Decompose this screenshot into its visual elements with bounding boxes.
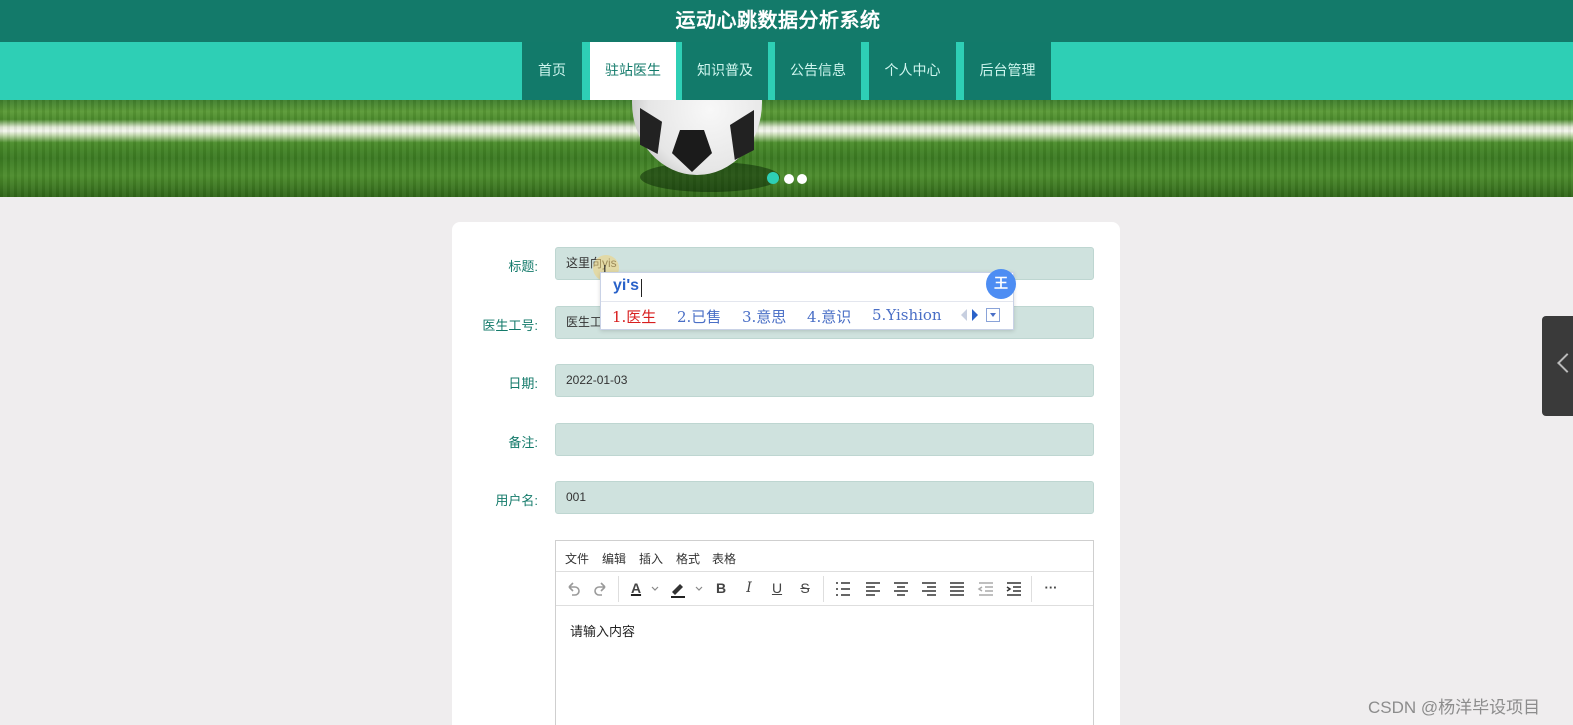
rich-text-editor: 文件 编辑 插入 格式 表格 A B I U S ··· 请输入内容 — [555, 540, 1094, 725]
ime-candidate[interactable]: 3.意思 — [742, 306, 786, 327]
editor-menubar: 文件 编辑 插入 格式 表格 — [556, 541, 1093, 572]
chevron-left-icon — [1557, 353, 1573, 373]
nav-item-announcements[interactable]: 公告信息 — [775, 42, 861, 100]
list-icon[interactable] — [834, 580, 852, 598]
italic-icon[interactable]: I — [740, 580, 758, 598]
title-label: 标题: — [508, 259, 538, 274]
nav-item-doctors[interactable]: 驻站医生 — [590, 42, 676, 100]
underline-icon[interactable]: U — [768, 580, 786, 598]
indent-icon[interactable] — [1005, 580, 1023, 598]
ime-next-page-icon[interactable] — [972, 309, 978, 321]
undo-icon[interactable] — [564, 580, 582, 598]
outdent-icon[interactable] — [977, 580, 995, 598]
nav-item-knowledge[interactable]: 知识普及 — [682, 42, 768, 100]
redo-icon[interactable] — [592, 580, 610, 598]
remark-label: 备注: — [508, 435, 538, 450]
menu-format[interactable]: 格式 — [676, 550, 700, 567]
toolbar-separator — [618, 576, 619, 602]
ime-logo-icon: 王 — [986, 269, 1016, 299]
toolbar-separator — [1031, 576, 1032, 602]
carousel-dot-2[interactable] — [784, 174, 794, 184]
bold-icon[interactable]: B — [712, 580, 730, 598]
doctor-id-label: 医生工号: — [482, 318, 538, 333]
text-color-icon[interactable]: A — [626, 580, 646, 598]
carousel-dot-1[interactable] — [767, 172, 779, 184]
chevron-down-icon[interactable] — [650, 580, 660, 598]
remark-input[interactable] — [555, 423, 1094, 456]
main-nav: 首页 驻站医生 知识普及 公告信息 个人中心 后台管理 — [0, 42, 1573, 100]
site-title: 运动心跳数据分析系统 — [675, 10, 881, 32]
ime-candidate[interactable]: 1.医生 — [612, 306, 656, 327]
carousel-dot-3[interactable] — [797, 174, 807, 184]
chevron-down-icon[interactable] — [694, 580, 704, 598]
ime-prev-page-icon[interactable] — [961, 309, 967, 321]
ime-expand-icon[interactable] — [986, 308, 1000, 322]
menu-file[interactable]: 文件 — [565, 550, 589, 567]
side-panel-toggle[interactable] — [1542, 316, 1573, 416]
nav-item-profile[interactable]: 个人中心 — [869, 42, 956, 100]
align-justify-icon[interactable] — [948, 580, 966, 598]
ime-divider — [601, 301, 1013, 302]
nav-item-home[interactable]: 首页 — [522, 42, 582, 100]
menu-edit[interactable]: 编辑 — [602, 550, 626, 567]
nav-item-admin[interactable]: 后台管理 — [964, 42, 1051, 100]
menu-table[interactable]: 表格 — [712, 550, 736, 567]
editor-content[interactable]: 请输入内容 — [570, 621, 635, 640]
editor-toolbar: A B I U S ··· — [556, 572, 1093, 606]
ime-candidate-window: yi's 1.医生 2.已售 3.意思 4.意识 5.Yishion 王 — [600, 269, 1016, 330]
date-input[interactable]: 2022-01-03 — [555, 364, 1094, 397]
ime-candidate[interactable]: 2.已售 — [677, 306, 721, 327]
menu-insert[interactable]: 插入 — [639, 550, 663, 567]
date-label: 日期: — [508, 376, 538, 391]
align-center-icon[interactable] — [892, 580, 910, 598]
username-label: 用户名: — [495, 493, 538, 508]
top-bar: 运动心跳数据分析系统 — [0, 0, 1573, 42]
ime-composition-text: yi's — [613, 277, 640, 294]
more-icon[interactable]: ··· — [1040, 580, 1062, 598]
username-input[interactable]: 001 — [555, 481, 1094, 514]
align-left-icon[interactable] — [864, 580, 882, 598]
ime-candidate[interactable]: 4.意识 — [807, 306, 851, 327]
toolbar-separator — [823, 576, 824, 602]
ime-caret — [641, 279, 642, 297]
strikethrough-icon[interactable]: S — [796, 580, 814, 598]
ime-candidate[interactable]: 5.Yishion — [872, 306, 942, 324]
align-right-icon[interactable] — [920, 580, 938, 598]
watermark: CSDN @杨洋毕设项目 — [1368, 698, 1541, 717]
highlight-color-icon[interactable] — [668, 580, 688, 598]
